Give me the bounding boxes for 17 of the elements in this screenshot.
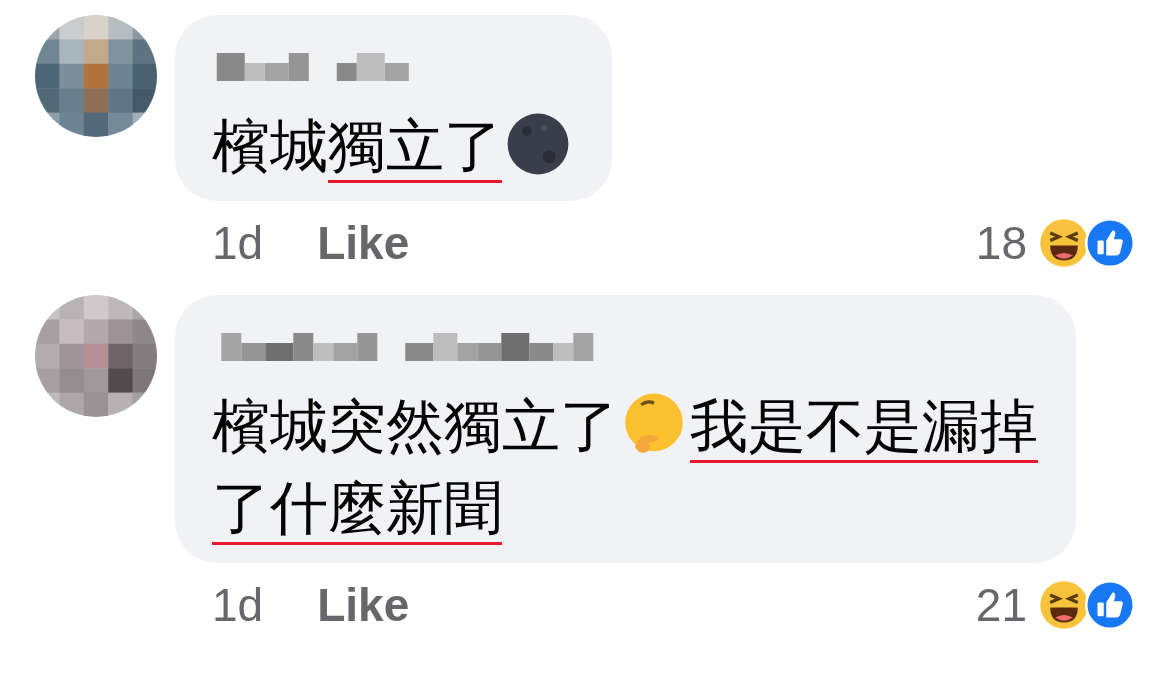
comment-text: 獨立了 <box>328 112 502 180</box>
comment-time: 1d <box>212 578 264 632</box>
like-link[interactable]: Like <box>317 578 410 632</box>
laughing-face-icon <box>1039 580 1089 630</box>
reaction-count[interactable]: 21 <box>975 578 1027 632</box>
thumbs-up-icon <box>1085 580 1135 630</box>
comment-time: 1d <box>212 216 264 270</box>
thinking-face-icon <box>622 392 686 456</box>
thumbs-up-icon <box>1085 218 1135 268</box>
like-link[interactable]: Like <box>317 216 410 270</box>
laughing-face-icon <box>1039 218 1089 268</box>
reaction-count[interactable]: 18 <box>975 216 1027 270</box>
moon-face-icon <box>506 112 570 176</box>
comment-text: 我是不是漏掉 <box>690 392 1038 460</box>
comment-text: 檳城 <box>212 112 328 180</box>
comment-text: 了什麼新聞 <box>212 474 502 542</box>
comment-text: 檳城突然獨立了 <box>212 392 618 460</box>
